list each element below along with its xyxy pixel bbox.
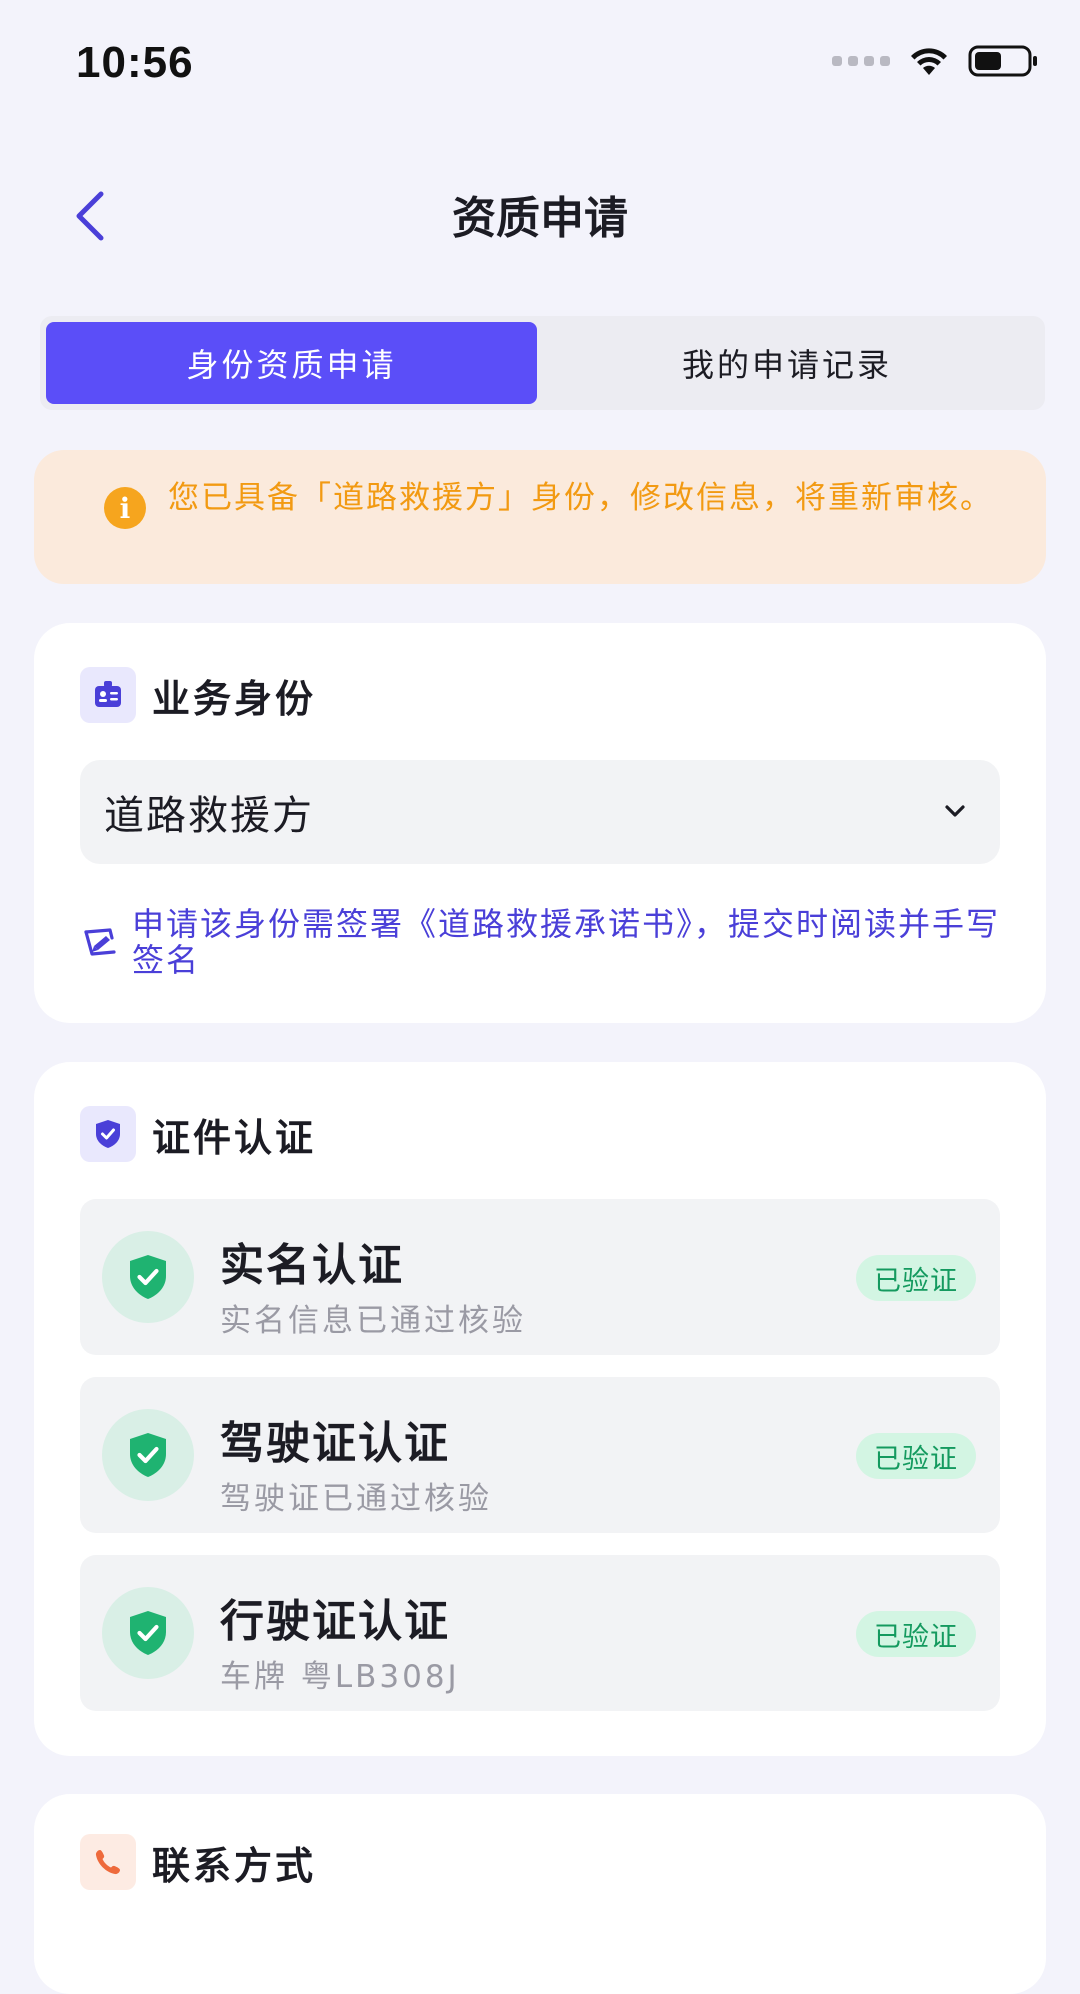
status-badge: 已验证 bbox=[856, 1611, 976, 1657]
certification-section-title: 证件认证 bbox=[152, 1115, 317, 1160]
cert-item-driver-license[interactable]: 驾驶证认证 驾驶证已通过核验 已验证 bbox=[80, 1377, 1000, 1533]
notice-text: 您已具备「道路救援方」身份，修改信息，将重新审核。 bbox=[168, 480, 993, 516]
cert-subtitle: 车牌 粤LB308J bbox=[220, 1659, 460, 1695]
tab-identity-application[interactable]: 身份资质申请 bbox=[46, 322, 537, 404]
identity-select[interactable]: 道路救援方 bbox=[80, 760, 1000, 864]
identity-card: 业务身份 道路救援方 申请该身份需签署《道路救援承诺书》，提交时阅读并手写签名 bbox=[34, 623, 1046, 1023]
tab-application-records[interactable]: 我的申请记录 bbox=[537, 322, 1037, 404]
signature-icon bbox=[84, 928, 116, 956]
signal-icon bbox=[832, 56, 890, 66]
sign-note-text: 申请该身份需签署《道路救援承诺书》，提交时阅读并手写签名 bbox=[132, 905, 1001, 979]
wifi-icon bbox=[911, 48, 947, 75]
contact-section-header: 联系方式 bbox=[80, 1834, 316, 1890]
status-badge: 已验证 bbox=[856, 1255, 976, 1301]
badge-icon bbox=[80, 667, 136, 723]
cert-title: 驾驶证认证 bbox=[220, 1418, 450, 1469]
info-icon: i bbox=[104, 487, 146, 529]
chevron-down-icon bbox=[945, 805, 965, 817]
sign-note: 申请该身份需签署《道路救援承诺书》，提交时阅读并手写签名 bbox=[80, 906, 1020, 978]
cert-title: 行驶证认证 bbox=[220, 1596, 450, 1647]
notice-banner: i 您已具备「道路救援方」身份，修改信息，将重新审核。 bbox=[34, 450, 1046, 584]
cert-subtitle: 实名信息已通过核验 bbox=[220, 1303, 526, 1339]
contact-section-title: 联系方式 bbox=[152, 1843, 317, 1888]
cert-title: 实名认证 bbox=[220, 1240, 404, 1291]
status-bar: 10:56 bbox=[0, 0, 1080, 130]
verified-shield-icon bbox=[102, 1231, 194, 1323]
verified-shield-icon bbox=[102, 1587, 194, 1679]
status-badge: 已验证 bbox=[856, 1433, 976, 1479]
certification-card: 证件认证 实名认证 实名信息已通过核验 已验证 驾驶证认证 驾驶证已通过核验 已… bbox=[34, 1062, 1046, 1756]
cert-item-real-name[interactable]: 实名认证 实名信息已通过核验 已验证 bbox=[80, 1199, 1000, 1355]
battery-icon bbox=[968, 45, 1037, 77]
verified-shield-icon bbox=[102, 1409, 194, 1501]
segmented-tabs: 身份资质申请 我的申请记录 bbox=[40, 316, 1045, 410]
page-title: 资质申请 bbox=[452, 193, 628, 244]
cert-subtitle: 驾驶证已通过核验 bbox=[220, 1481, 492, 1517]
shield-check-icon bbox=[80, 1106, 136, 1162]
cert-item-vehicle-license[interactable]: 行驶证认证 车牌 粤LB308J 已验证 bbox=[80, 1555, 1000, 1711]
identity-section-header: 业务身份 bbox=[80, 667, 316, 723]
status-time: 10:56 bbox=[76, 38, 194, 87]
nav-bar: 资质申请 bbox=[0, 160, 1080, 270]
certification-section-header: 证件认证 bbox=[80, 1106, 316, 1162]
contact-card: 联系方式 bbox=[34, 1794, 1046, 1994]
phone-icon bbox=[80, 1834, 136, 1890]
identity-select-value: 道路救援方 bbox=[104, 793, 314, 839]
status-icons bbox=[832, 44, 1040, 78]
identity-section-title: 业务身份 bbox=[152, 676, 317, 721]
